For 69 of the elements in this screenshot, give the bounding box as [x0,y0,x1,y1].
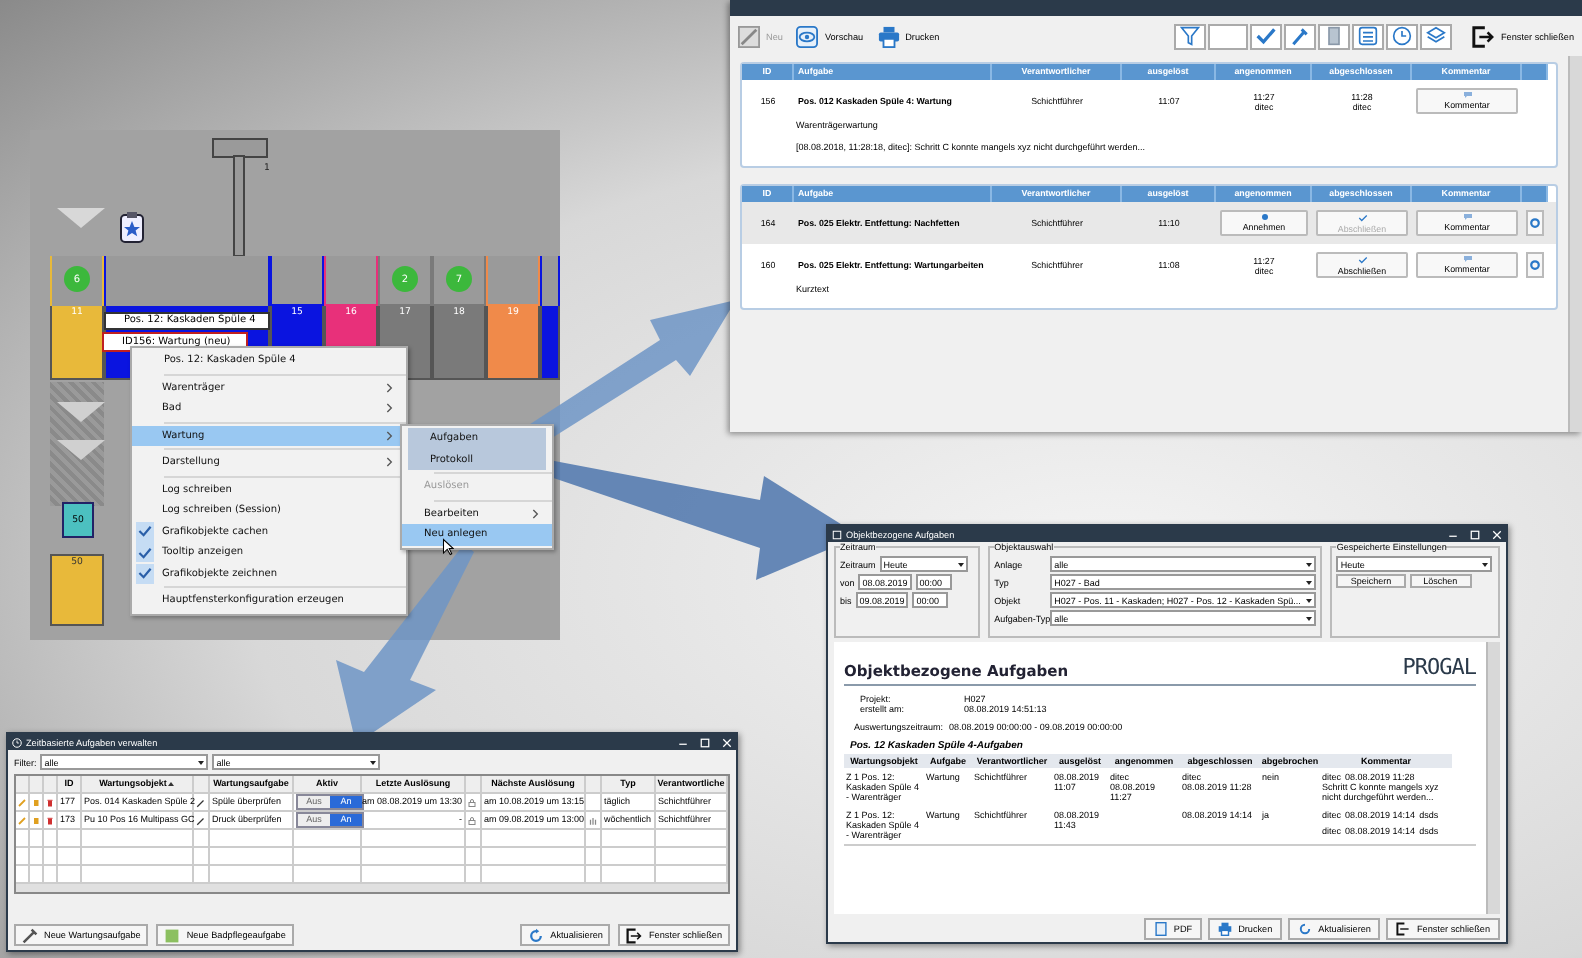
chevron-right-icon [386,429,394,441]
exit-icon [1396,921,1411,935]
wrench-icon [22,927,38,943]
down-triangle-icon [56,208,106,228]
column-header [1522,64,1548,80]
caret-icon [1482,561,1489,567]
comment-icon [1463,214,1471,220]
scrollbar[interactable] [1568,56,1582,432]
maximize-icon[interactable] [700,737,710,747]
chevron-right-icon [386,456,394,468]
caret-icon [198,759,205,765]
layers-icon [1426,26,1447,46]
filter-toggle[interactable] [1174,23,1207,49]
column-header [1522,186,1548,202]
clock-icon [12,737,22,747]
refresh-icon [528,927,545,943]
settings-button[interactable] [1526,252,1544,278]
bath-icon [164,927,181,943]
filter-field[interactable] [1208,23,1249,49]
caret-icon [1306,615,1313,621]
clock-icon [1392,26,1413,46]
trash-icon[interactable] [46,797,54,807]
check-icon [1357,213,1367,221]
lock-icon [468,815,476,825]
filter-toggle[interactable] [1386,23,1419,49]
scrollbar[interactable] [1486,642,1500,914]
list-icon [1358,26,1379,46]
maximize-icon[interactable] [1470,529,1480,539]
trash-icon[interactable] [46,815,54,825]
window-icon [832,529,842,539]
filter-toggle[interactable] [1318,23,1351,49]
lock-icon [468,797,476,807]
down-triangle-icon [56,402,106,422]
check-icon [1256,26,1277,46]
crane-drawing [212,138,268,258]
caret-icon [1306,597,1313,603]
down-triangle-icon [56,440,106,460]
scrollbar[interactable] [16,884,728,892]
printer-icon [877,25,900,47]
exit-icon [626,927,643,943]
comment-icon [1463,92,1471,98]
edit-icon [738,25,760,47]
comment-icon [1463,256,1471,262]
chevron-right-icon [532,507,540,519]
refresh-icon [1298,921,1313,935]
filter-icon [1180,26,1201,46]
check-icon [1357,255,1367,263]
caret-icon [1306,561,1313,567]
caret-icon [957,561,964,567]
exit-icon [1472,25,1495,47]
document-icon [1153,921,1168,935]
filter-toggle[interactable] [1420,23,1453,49]
settings-button[interactable] [1526,210,1544,236]
wrench-icon [1290,26,1311,46]
dot-icon [1261,214,1267,220]
mouse-cursor-icon [442,538,454,556]
building-icon [1324,26,1345,46]
caret-icon [1306,579,1313,585]
close-icon[interactable] [1492,529,1502,539]
eye-icon [796,25,819,47]
filter-toggle[interactable] [1352,23,1385,49]
printer-icon [1218,921,1233,935]
company-logo: PROGAL [1402,654,1476,680]
filter-toggle[interactable] [1250,23,1283,49]
close-icon[interactable] [722,737,732,747]
settings-icon [1530,218,1540,228]
settings-icon [1530,260,1540,270]
caret-icon [370,759,377,765]
filter-toggle[interactable] [1284,23,1317,49]
